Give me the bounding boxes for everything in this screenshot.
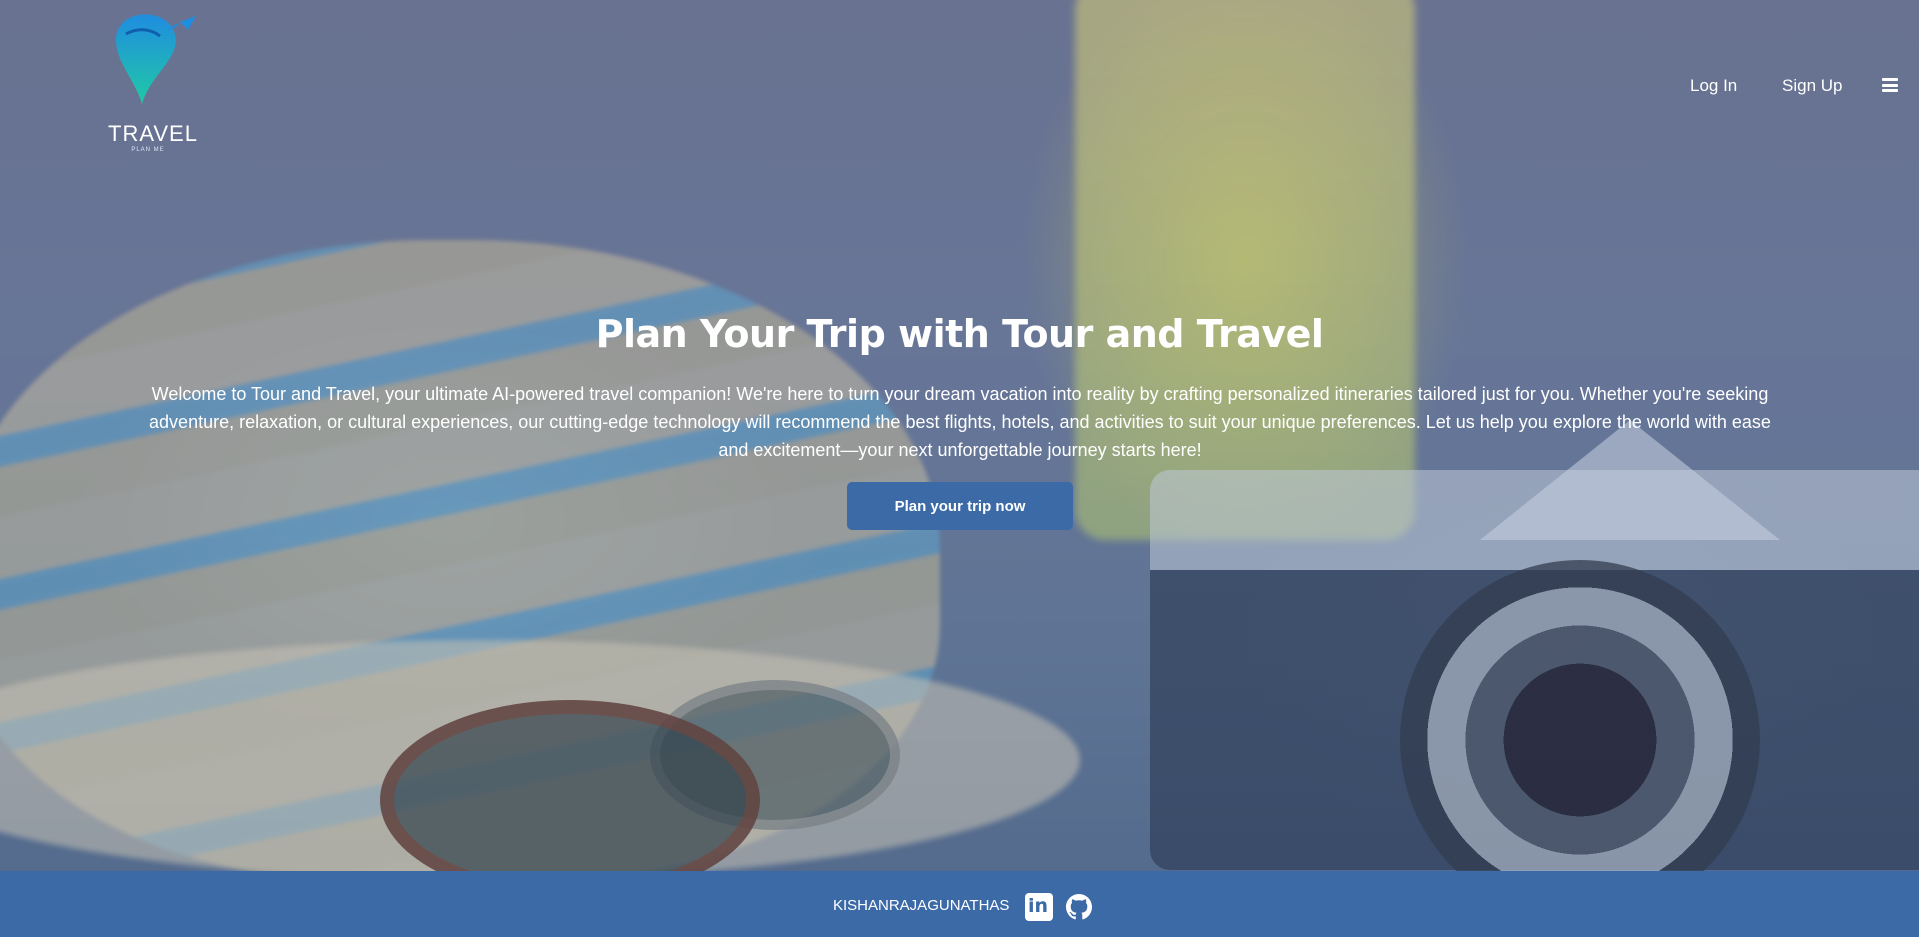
login-link[interactable]: Log In — [1690, 76, 1737, 96]
footer: KISHANRAJAGUNATHAS — [0, 871, 1919, 937]
footer-author-name: KISHANRAJAGUNATHAS — [833, 897, 1010, 914]
signup-link[interactable]: Sign Up — [1782, 76, 1842, 96]
logo-text: TRAVEL — [108, 121, 198, 146]
github-icon[interactable] — [1066, 894, 1092, 920]
plan-trip-button[interactable]: Plan your trip now — [847, 482, 1073, 530]
site-logo[interactable]: TRAVEL PLAN ME — [108, 12, 198, 162]
location-pin-plane-icon — [116, 14, 196, 104]
linkedin-icon[interactable]: in — [1025, 893, 1053, 921]
hero-title: Plan Your Trip with Tour and Travel — [595, 312, 1324, 356]
hero-description: Welcome to Tour and Travel, your ultimat… — [149, 384, 1771, 460]
logo-subtext: PLAN ME — [131, 147, 165, 153]
hamburger-menu-icon[interactable] — [1882, 78, 1898, 92]
